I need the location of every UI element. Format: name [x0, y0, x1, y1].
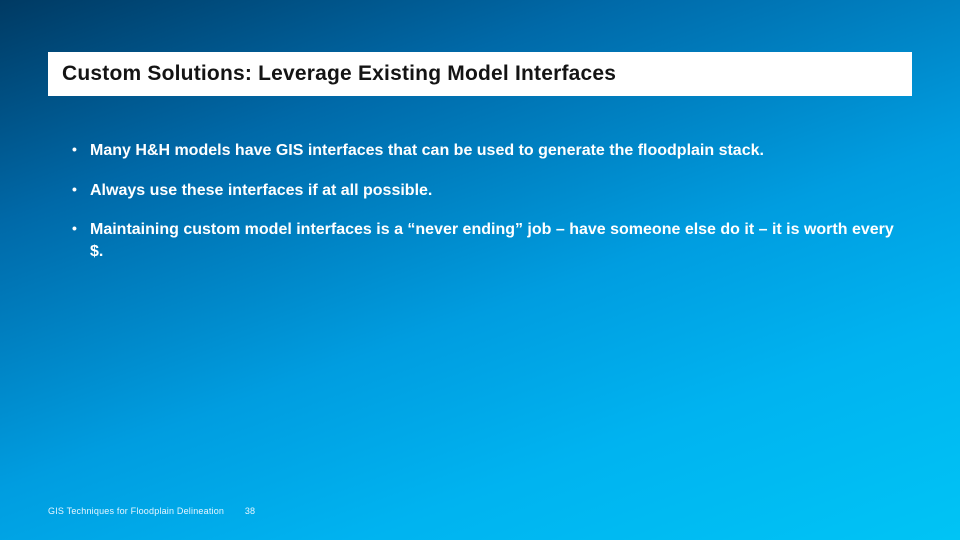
- slide-title: Custom Solutions: Leverage Existing Mode…: [48, 52, 912, 96]
- slide: Custom Solutions: Leverage Existing Mode…: [0, 0, 960, 540]
- bullet-item: Many H&H models have GIS interfaces that…: [68, 140, 900, 162]
- page-number: 38: [245, 506, 255, 516]
- slide-footer: GIS Techniques for Floodplain Delineatio…: [48, 506, 255, 516]
- footer-label: GIS Techniques for Floodplain Delineatio…: [48, 506, 224, 516]
- slide-content: Many H&H models have GIS interfaces that…: [68, 140, 900, 280]
- bullet-item: Always use these interfaces if at all po…: [68, 180, 900, 202]
- bullet-item: Maintaining custom model interfaces is a…: [68, 219, 900, 262]
- bullet-list: Many H&H models have GIS interfaces that…: [68, 140, 900, 262]
